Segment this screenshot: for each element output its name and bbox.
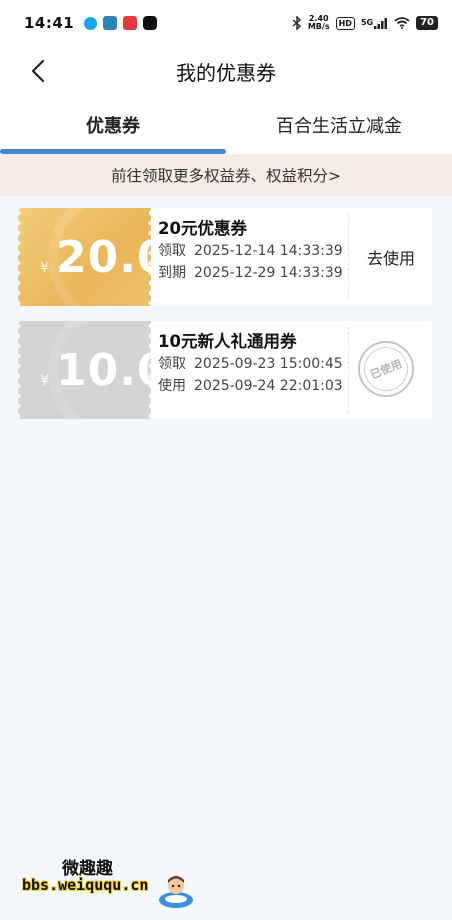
- more-rights-banner[interactable]: 前往领取更多权益券、权益积分>: [0, 154, 452, 196]
- wifi-icon: [394, 17, 410, 29]
- coupon-divider: [348, 214, 349, 300]
- received-label: 领取: [158, 243, 186, 259]
- battery-icon: 70: [416, 16, 438, 30]
- hd-badge: HD: [335, 16, 355, 30]
- used-stamp-text: 已使用: [357, 340, 415, 398]
- use-coupon-button[interactable]: 去使用: [350, 208, 432, 306]
- news-app-icon: [123, 16, 138, 30]
- tab-bar: 优惠券 百合生活立减金: [0, 96, 452, 154]
- received-time: 2025-09-23 15:00:45: [194, 356, 343, 372]
- expiry-label: 到期: [158, 265, 186, 281]
- yen-symbol: ¥: [40, 373, 49, 389]
- page-title: 我的优惠券: [176, 60, 276, 85]
- chevron-left-icon: [31, 59, 45, 83]
- coupon-amount: 20.0: [56, 232, 151, 283]
- expiry-time: 2025-12-29 14:33:39: [194, 265, 343, 281]
- coupon-divider: [348, 327, 349, 413]
- tiktok-app-icon: [143, 16, 158, 30]
- nav-header: 我的优惠券: [0, 46, 452, 96]
- used-stamp: 已使用: [357, 340, 415, 398]
- notification-icons: [84, 16, 158, 30]
- net-speed-unit: MB/s: [307, 22, 330, 31]
- tab-lily-discount[interactable]: 百合生活立减金: [226, 96, 452, 154]
- coupon-used-line: 使用 2025-09-24 22:01:03: [158, 375, 354, 397]
- coupon-card: ¥ 10.0 10元新人礼通用券 领取 2025-09-23 15:00:45 使…: [18, 321, 432, 419]
- bluetooth-icon: [292, 16, 301, 30]
- status-right: 2.40 MB/s HD 5G 70: [292, 15, 438, 31]
- used-label: 使用: [158, 378, 186, 394]
- camera-app-icon: [103, 16, 118, 30]
- used-time: 2025-09-24 22:01:03: [194, 378, 343, 394]
- net-speed: 2.40 MB/s: [308, 15, 330, 31]
- tab-coupons-label: 优惠券: [86, 116, 140, 137]
- received-time: 2025-12-14 14:33:39: [194, 243, 343, 259]
- signal-label: 5G: [360, 17, 374, 27]
- site-watermark: 微趣趣 bbs.weiququ.cn: [22, 852, 202, 912]
- tab-lily-discount-label: 百合生活立减金: [276, 116, 402, 137]
- mascot-icon: [159, 876, 193, 908]
- watermark-url: bbs.weiququ.cn: [22, 876, 149, 894]
- coupon-card: ¥ 20.0 20元优惠券 领取2025-12-14 14:33:39 到期20…: [18, 208, 432, 306]
- coupon-name: 10元新人礼通用券: [158, 332, 297, 351]
- received-label: 领取: [158, 356, 186, 372]
- qq-app-icon: [84, 16, 98, 30]
- coupon-amount: 10.0: [56, 345, 151, 396]
- coupon-expiry-line: 到期 2025-12-29 14:33:39: [158, 262, 354, 284]
- status-time: 14:41: [24, 14, 75, 32]
- signal-icon: [374, 17, 388, 29]
- coupon-received-line: 领取 2025-09-23 15:00:45: [158, 353, 354, 375]
- coupon-name: 20元优惠券: [158, 219, 247, 238]
- back-button[interactable]: [26, 56, 54, 86]
- yen-symbol: ¥: [40, 260, 49, 276]
- coupon-amount-panel: ¥ 10.0: [18, 321, 151, 419]
- coupon-info: 10元新人礼通用券 领取 2025-09-23 15:00:45 使用 2025-0…: [158, 321, 354, 419]
- signal-group: 5G: [360, 17, 388, 29]
- coupon-amount-panel: ¥ 20.0: [18, 208, 151, 306]
- coupon-received-line: 领取 2025-12-14 14:33:39: [158, 240, 354, 262]
- tab-coupons[interactable]: 优惠券: [0, 96, 226, 154]
- status-bar: 14:41 2.40 MB/s HD 5G 70: [0, 0, 452, 46]
- coupon-info: 20元优惠券 领取 2025-12-14 14:33:39 到期 2025-12-2…: [158, 208, 354, 306]
